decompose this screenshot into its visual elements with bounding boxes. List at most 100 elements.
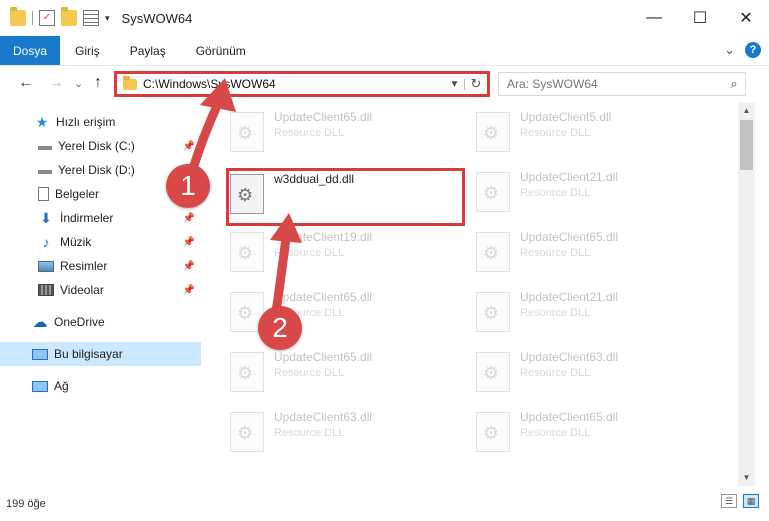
maximize-button[interactable]: ☐	[677, 0, 723, 36]
network-icon	[32, 380, 48, 392]
file-type: Resource DLL	[520, 367, 591, 379]
file-name: w3ddual_dd.dll	[274, 172, 355, 186]
pictures-icon	[38, 260, 54, 272]
file-type: Resource DLL	[274, 247, 345, 259]
computer-icon	[32, 348, 48, 360]
search-input[interactable]	[507, 77, 723, 91]
expand-ribbon-icon[interactable]: ⌄	[724, 42, 735, 58]
view-options-icon[interactable]	[83, 10, 99, 26]
sidebar-item-label: Belgeler	[55, 187, 100, 201]
tab-gorunum[interactable]: Görünüm	[181, 36, 261, 65]
quick-access-toolbar: ✓ ▾	[0, 7, 110, 26]
pin-icon[interactable]: 📌	[183, 261, 195, 272]
sidebar-item-music[interactable]: ♪ Müzik 📌	[0, 230, 201, 254]
address-bar[interactable]: C:\Windows\SysWOW64 ▼ ↻	[114, 71, 490, 97]
list-item[interactable]: UpdateClient65.dll Resource DLL	[230, 110, 460, 160]
sidebar-item-quick-access[interactable]: ★ Hızlı erişim	[0, 110, 201, 134]
file-list: UpdateClient65.dll Resource DLL UpdateCli…	[204, 102, 738, 486]
file-name: UpdateClient5.dll	[520, 110, 612, 124]
customize-toolbar-icon[interactable]: ▾	[105, 13, 110, 24]
up-button[interactable]: ↑	[94, 74, 102, 92]
file-type: Resource DLL	[520, 127, 591, 139]
pin-icon[interactable]: 📌	[183, 285, 195, 296]
sidebar-item-videos[interactable]: Videolar 📌	[0, 278, 201, 302]
file-type: Resource DLL	[520, 307, 591, 319]
dll-file-icon	[476, 112, 510, 152]
file-type: Resource DLL	[274, 127, 345, 139]
recent-locations-button[interactable]: ⌄	[74, 77, 83, 90]
file-type: Resource DLL	[274, 367, 345, 379]
file-name: UpdateClient19.dll	[274, 230, 373, 244]
list-item[interactable]: UpdateClient65.dll Resource DLL	[476, 410, 706, 460]
list-item[interactable]: UpdateClient21.dll Resource DLL	[476, 170, 706, 220]
scroll-down-arrow-icon[interactable]: ▼	[738, 469, 755, 486]
dll-file-icon	[476, 352, 510, 392]
sidebar-item-pictures[interactable]: Resimler 📌	[0, 254, 201, 278]
sidebar-item-network[interactable]: Ağ	[0, 374, 201, 398]
refresh-icon[interactable]: ↻	[465, 76, 487, 92]
sidebar-item-label: Resimler	[60, 259, 108, 273]
tab-paylas[interactable]: Paylaş	[115, 36, 181, 65]
dll-file-icon	[230, 412, 264, 452]
list-item[interactable]: UpdateClient65.dll Resource DLL	[476, 230, 706, 280]
pin-icon[interactable]: 📌	[183, 237, 195, 248]
dll-file-icon	[230, 232, 264, 272]
divider	[32, 11, 33, 25]
sidebar-item-this-pc[interactable]: Bu bilgisayar	[0, 342, 201, 366]
list-item[interactable]: UpdateClient21.dll Resource DLL	[476, 290, 706, 340]
sidebar-item-local-disk-c[interactable]: Yerel Disk (C:) 📌	[0, 134, 201, 158]
file-name: UpdateClient21.dll	[520, 290, 619, 304]
vertical-scrollbar[interactable]: ▲ ▼	[738, 102, 755, 486]
sidebar-item-label: İndirmeler	[60, 211, 114, 225]
sidebar-item-label: Hızlı erişim	[56, 115, 116, 129]
forward-button[interactable]: →	[48, 74, 64, 92]
scrollbar-thumb[interactable]	[740, 120, 753, 170]
large-icons-view-icon[interactable]: ▦	[743, 494, 759, 508]
dll-file-icon	[476, 232, 510, 272]
file-name: UpdateClient65.dll	[520, 230, 619, 244]
new-folder-icon[interactable]	[61, 7, 77, 26]
chevron-down-icon[interactable]: ▼	[445, 78, 465, 90]
search-icon[interactable]: ⌕	[723, 76, 745, 92]
dll-file-icon	[230, 174, 264, 214]
document-icon	[38, 187, 49, 201]
list-item[interactable]: UpdateClient19.dll Resource DLL	[230, 230, 460, 280]
search-box[interactable]: ⌕	[498, 72, 746, 96]
address-path[interactable]: C:\Windows\SysWOW64	[143, 77, 445, 91]
dll-file-icon	[476, 412, 510, 452]
item-count: 199 öğe	[6, 497, 46, 510]
navigation-bar: ← → ⌄ ↑ C:\Windows\SysWOW64 ▼ ↻ ⌕	[0, 66, 769, 102]
properties-icon[interactable]: ✓	[39, 10, 55, 26]
file-type: Resource DLL	[520, 187, 591, 199]
back-button[interactable]: ←	[18, 74, 34, 92]
pin-icon[interactable]: 📌	[183, 213, 195, 224]
sidebar-item-label: Yerel Disk (D:)	[58, 163, 135, 177]
pin-icon[interactable]: 📌	[183, 141, 195, 152]
minimize-button[interactable]: —	[631, 0, 677, 36]
sidebar-item-label: Ağ	[54, 379, 69, 393]
sidebar-item-label: Yerel Disk (C:)	[58, 139, 135, 153]
list-item[interactable]: UpdateClient5.dll Resource DLL	[476, 110, 706, 160]
list-item[interactable]: UpdateClient63.dll Resource DLL	[476, 350, 706, 400]
title-bar: ✓ ▾ SysWOW64 — ☐ ✕	[0, 0, 769, 36]
details-view-icon[interactable]: ☰	[721, 494, 737, 508]
scroll-up-arrow-icon[interactable]: ▲	[738, 102, 755, 119]
sidebar-item-label: Videolar	[60, 283, 104, 297]
dll-file-icon	[230, 112, 264, 152]
list-item[interactable]: UpdateClient63.dll Resource DLL	[230, 410, 460, 460]
help-icon[interactable]: ?	[745, 42, 761, 58]
star-icon: ★	[35, 113, 49, 130]
status-bar: 199 öğe ☰ ▦	[0, 486, 769, 521]
ribbon-tabs: Dosya Giriş Paylaş Görünüm ⌄ ?	[0, 36, 769, 66]
sidebar-item-downloads[interactable]: ⬇ İndirmeler 📌	[0, 206, 201, 230]
list-item-w3ddual-dd[interactable]: w3ddual_dd.dll	[230, 172, 460, 222]
tab-dosya[interactable]: Dosya	[0, 36, 61, 65]
list-item[interactable]: UpdateClient65.dll Resource DLL	[230, 350, 460, 400]
sidebar-item-label: OneDrive	[54, 315, 105, 329]
sidebar-item-onedrive[interactable]: ☁ OneDrive	[0, 310, 201, 334]
window-title: SysWOW64	[121, 10, 193, 26]
download-icon: ⬇	[40, 209, 52, 226]
dll-file-icon	[476, 172, 510, 212]
tab-giris[interactable]: Giriş	[60, 36, 115, 65]
close-button[interactable]: ✕	[723, 0, 769, 36]
